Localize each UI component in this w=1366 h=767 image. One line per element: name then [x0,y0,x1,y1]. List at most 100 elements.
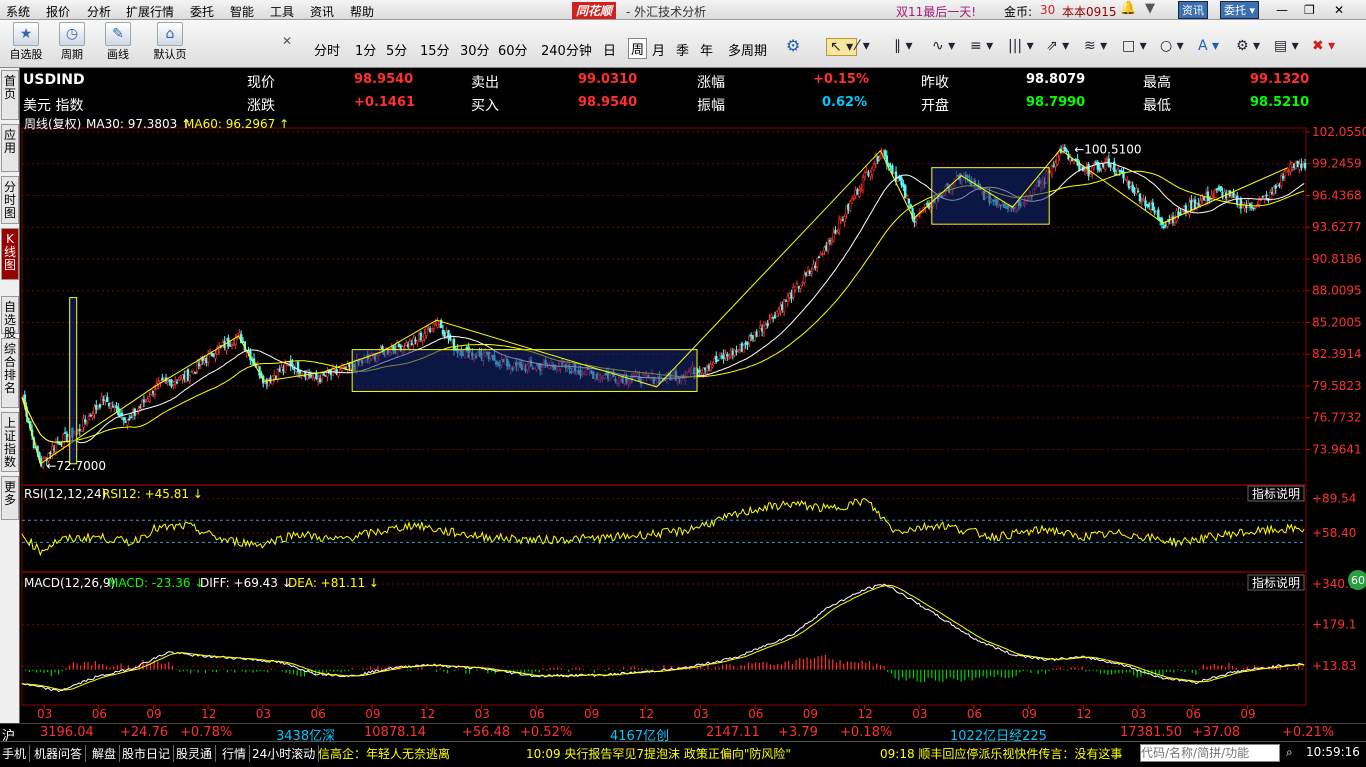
candle-body [293,368,296,371]
candle-body [1094,161,1098,164]
candle-body [702,367,705,374]
candle-body [810,271,813,274]
candle-body [445,332,448,337]
x-tick-label: 03 [256,707,271,721]
candle-body [799,285,802,289]
candle-body [733,349,736,356]
candle-body [1129,183,1133,187]
candle-body [320,372,324,380]
candle-body [843,216,846,223]
search-icon[interactable]: ⌕ [1286,745,1293,760]
candle-body [346,363,349,370]
candle-body [1230,193,1233,195]
status-tab-5[interactable]: 行情 [222,745,251,762]
candle-body [744,342,747,345]
candle-body [179,375,182,378]
candle-body [1193,199,1197,209]
macd-title: MACD(12,26,9) [24,576,115,590]
candle-body [861,177,865,191]
candle-body [786,296,790,302]
candle-body [790,292,793,299]
candle-body [153,388,157,395]
candle-body [870,167,874,175]
candle-body [709,364,712,371]
candle-body [801,282,804,284]
candle-body [175,381,179,384]
chart-area[interactable]: 102.0550 99.2459 96.4368 93.6277 90.8186 88.0… [0,0,1366,767]
candle-body [850,198,854,204]
status-tab-3[interactable]: 股市日记 [122,745,175,762]
candle-body [1138,193,1142,202]
speed-badge-label: 60 [1351,574,1365,587]
range-box[interactable] [931,167,1050,225]
candle-body [858,190,861,197]
candle-body [291,363,294,367]
dea-value: DEA: +81.11 ↓ [288,576,379,590]
candle-body [228,344,232,347]
candle-body [1069,157,1072,162]
candle-body [834,230,837,234]
candle-body [322,373,325,376]
rsi-help-label: 指标说明 [1252,486,1300,501]
candle-body [129,416,133,419]
candle-body [1197,202,1200,207]
candle-body [414,339,417,342]
candle-body [172,382,175,385]
candle-body [151,390,155,394]
candle-body [1144,200,1147,207]
macd-help-label: 指标说明 [1252,575,1300,590]
candle-body [192,370,195,374]
candle-body [397,344,401,347]
candle-body [306,372,309,380]
candle-body [1283,170,1287,177]
y-tick-label: 93.6277 [1312,220,1362,234]
candle-body [1052,165,1055,168]
candle-body [144,399,148,401]
candle-body [273,375,276,380]
candle-body [1241,205,1244,208]
candle-body [416,340,419,344]
candle-body [876,156,879,162]
candle-body [296,361,300,373]
candle-body [1234,195,1237,198]
candle-body [1202,197,1206,201]
news-item-2[interactable]: 10:09 央行报告罕见7提泡沫 政策正偏向"防风险" [526,745,791,762]
candle-body [1173,218,1177,223]
candle-body [234,337,237,345]
candle-body [452,338,456,352]
candle-body [907,198,911,204]
status-tab-1[interactable]: 机器问答 [34,745,87,762]
main-panel-title: 周线(复权) [24,117,81,131]
status-tab-6[interactable]: 24小时滚动 [252,745,320,762]
candle-body [727,356,731,359]
candle-body [852,197,856,200]
y-tick-label: 79.5823 [1312,379,1362,393]
candle-body [184,371,188,382]
candle-body [62,434,65,447]
news-item-3[interactable]: 09:18 顺丰回应停派乐视快件传言：没有这事 [880,745,1138,762]
candle-body [779,306,782,311]
candle-body [65,433,69,442]
candle-body [146,398,149,402]
rsi-title: RSI(12,12,24) [24,487,106,501]
status-tab-0[interactable]: 手机 [2,745,31,762]
candle-body [1124,179,1127,181]
candle-body [1254,206,1257,209]
status-tab-2[interactable]: 解盘 [92,745,121,762]
candle-body [1171,216,1175,223]
range-box[interactable] [351,349,698,392]
macd-diff-line [21,583,1305,693]
candle-body [795,283,799,285]
candle-body [1078,163,1081,171]
candle-body [902,183,905,188]
search-input[interactable] [1140,744,1280,762]
candle-body [724,353,727,359]
candle-body [78,429,81,432]
candle-body [768,319,771,324]
candle-body [718,354,722,359]
news-item-1[interactable]: 信高企：年轻人无奈逃离 [318,745,450,762]
candle-body [274,376,278,379]
candle-body [52,448,56,451]
candle-body [1245,205,1248,209]
status-tab-4[interactable]: 股灵通 [176,745,217,762]
